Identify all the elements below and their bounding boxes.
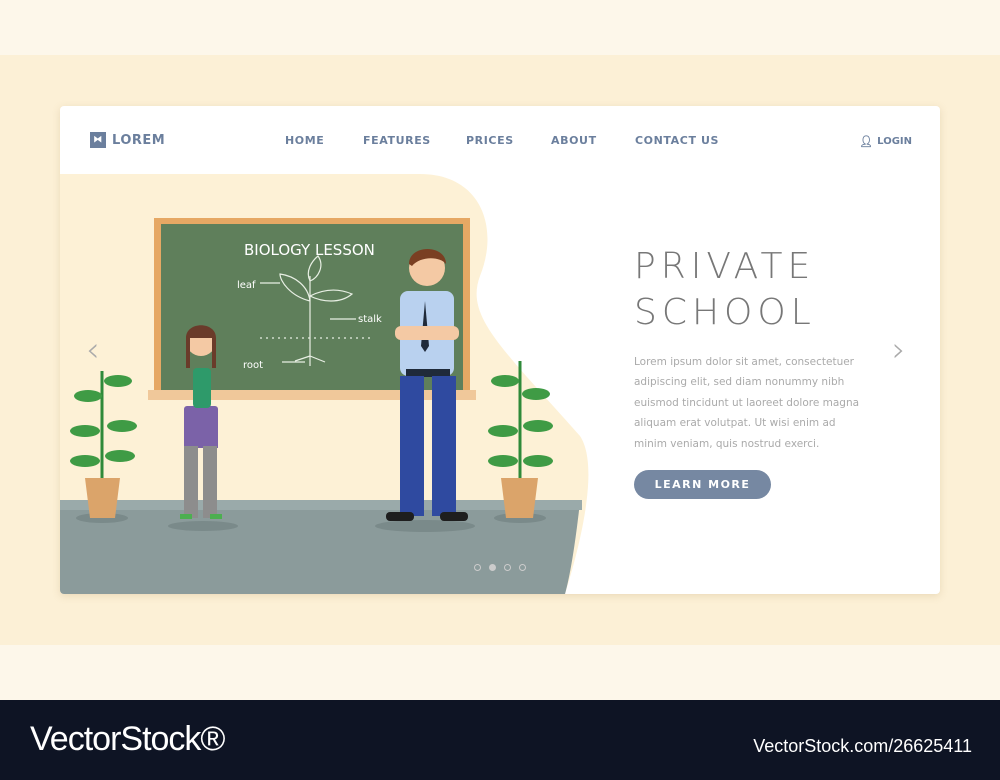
hero-title-line2: SCHOOL <box>634 292 816 333</box>
board-label-leaf: leaf <box>237 280 256 291</box>
watermark-brand: VectorStock® <box>30 720 225 758</box>
watermark-id: VectorStock.com/26625411 <box>753 736 972 756</box>
slide-dot-3[interactable] <box>504 564 511 571</box>
prev-slide-arrow-icon[interactable]: ‹ <box>86 330 100 370</box>
top-nav: ⧓ LOREM HOME FEATURES PRICES ABOUT CONTAC… <box>60 106 940 174</box>
nav-prices[interactable]: PRICES <box>466 134 514 147</box>
floor-edge <box>60 500 582 510</box>
landing-card: BIOLOGY LESSON leaf stalk root ⧓ LOREM H… <box>60 106 940 594</box>
learn-more-button[interactable]: LEARN MORE <box>634 470 771 499</box>
board-label-stalk: stalk <box>358 314 382 325</box>
nav-contact-us[interactable]: CONTACT US <box>635 134 719 147</box>
nav-about[interactable]: ABOUT <box>551 134 597 147</box>
hero-title: PRIVATE SCHOOL <box>634 244 816 336</box>
board-title: BIOLOGY LESSON <box>244 241 375 259</box>
logo-icon: ⧓ <box>90 132 106 148</box>
watermark-bar: VectorStock® VectorStock.com/26625411 <box>0 700 1000 780</box>
slide-dots <box>474 564 526 571</box>
logo-text: LOREM <box>112 132 166 148</box>
hero-illustration: BIOLOGY LESSON leaf stalk root <box>60 174 589 594</box>
nav-home[interactable]: HOME <box>285 134 324 147</box>
nav-features[interactable]: FEATURES <box>363 134 431 147</box>
user-icon: 👤︎ <box>859 135 874 148</box>
slide-dot-2[interactable] <box>489 564 496 571</box>
hero-description: Lorem ipsum dolor sit amet, consectetuer… <box>634 356 860 450</box>
slide-dot-4[interactable] <box>519 564 526 571</box>
logo[interactable]: ⧓ LOREM <box>90 132 165 148</box>
login-label: LOGIN <box>877 136 912 147</box>
board-label-root: root <box>243 360 263 371</box>
login-button[interactable]: 👤︎ LOGIN <box>859 135 912 148</box>
next-slide-arrow-icon[interactable]: › <box>892 330 906 370</box>
slide-dot-1[interactable] <box>474 564 481 571</box>
hero-title-line1: PRIVATE <box>634 246 816 287</box>
